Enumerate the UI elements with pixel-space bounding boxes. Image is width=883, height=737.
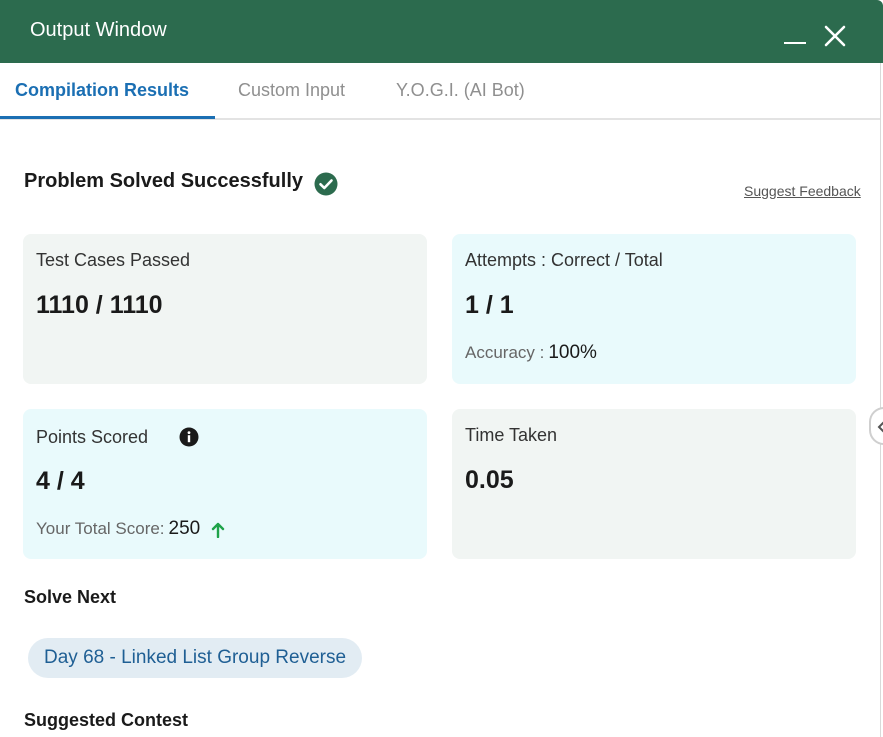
window-title: Output Window bbox=[30, 19, 167, 41]
tab-bar: Compilation Results Custom Input Y.O.G.I… bbox=[0, 63, 881, 120]
info-icon[interactable] bbox=[179, 427, 199, 447]
next-problem-link[interactable]: Day 68 - Linked List Group Reverse bbox=[28, 638, 363, 678]
time-taken-card: Time Taken 0.05 bbox=[452, 409, 856, 559]
panel-divider bbox=[880, 63, 881, 737]
result-heading: Problem Solved Successfully bbox=[24, 170, 303, 192]
arrow-up-icon bbox=[211, 522, 225, 538]
tab-custom-input[interactable]: Custom Input bbox=[238, 80, 345, 101]
close-icon[interactable] bbox=[822, 23, 848, 49]
test-cases-card: Test Cases Passed 1110 / 1110 bbox=[23, 234, 427, 384]
accuracy-row: Accuracy :100% bbox=[465, 342, 597, 364]
accuracy-value: 100% bbox=[548, 342, 597, 363]
chevron-left-icon bbox=[877, 421, 883, 433]
test-cases-value: 1110 / 1110 bbox=[36, 291, 163, 319]
test-cases-label: Test Cases Passed bbox=[36, 250, 191, 270]
collapse-panel-handle[interactable] bbox=[869, 407, 883, 445]
tab-compilation-results[interactable]: Compilation Results bbox=[15, 80, 189, 101]
points-label: Points Scored bbox=[36, 427, 149, 447]
attempts-value: 1 / 1 bbox=[465, 291, 514, 319]
solve-next-title: Solve Next bbox=[24, 587, 117, 607]
time-taken-value: 0.05 bbox=[465, 466, 514, 494]
total-score-row: Your Total Score: 250 bbox=[36, 518, 225, 540]
minimize-icon[interactable] bbox=[784, 42, 806, 44]
tab-yogi-ai-bot[interactable]: Y.O.G.I. (AI Bot) bbox=[396, 80, 525, 101]
points-value: 4 / 4 bbox=[36, 467, 85, 495]
suggest-feedback-link[interactable]: Suggest Feedback bbox=[744, 183, 861, 199]
window-titlebar: Output Window bbox=[0, 0, 883, 63]
total-score-value: 250 bbox=[168, 518, 201, 539]
accuracy-label: Accuracy : bbox=[465, 343, 545, 362]
suggested-contest-title: Suggested Contest bbox=[24, 710, 189, 730]
active-tab-indicator bbox=[0, 116, 215, 119]
total-score-label: Your Total Score: bbox=[36, 519, 165, 538]
check-circle-icon bbox=[314, 172, 338, 196]
attempts-card: Attempts : Correct / Total 1 / 1 Accurac… bbox=[452, 234, 856, 384]
time-taken-label: Time Taken bbox=[465, 425, 558, 445]
attempts-label: Attempts : Correct / Total bbox=[465, 250, 663, 270]
points-card: Points Scored 4 / 4 Your Total Score: 250 bbox=[23, 409, 427, 559]
